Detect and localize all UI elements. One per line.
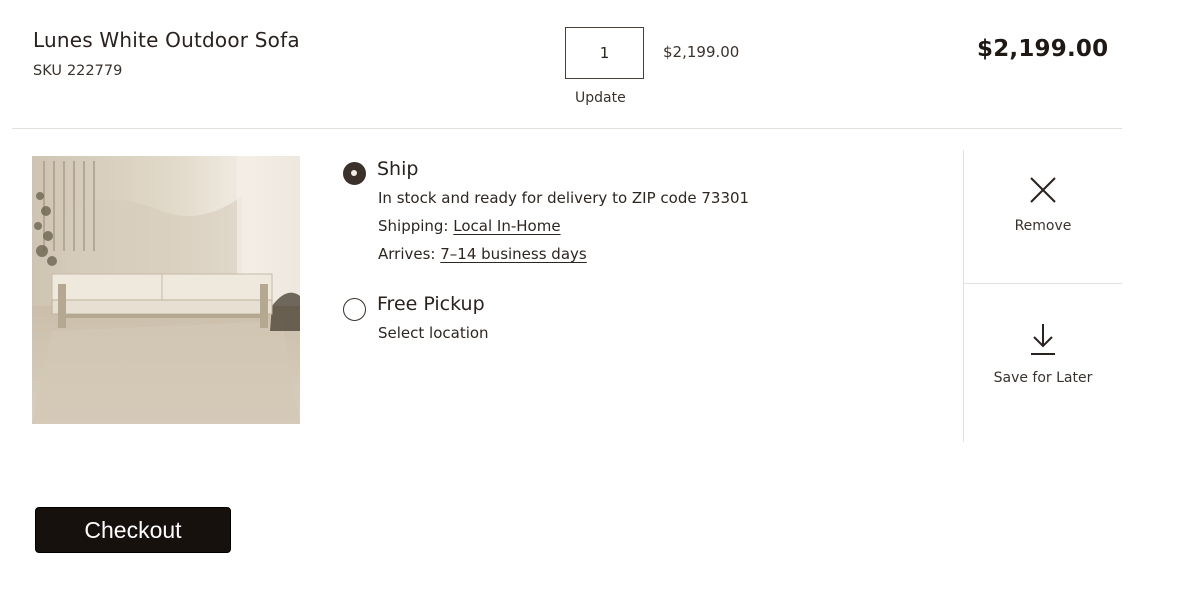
save-for-later-label: Save for Later bbox=[993, 370, 1093, 386]
arrival-estimate: Arrives: 7–14 business days bbox=[378, 245, 587, 263]
shipping-method: Shipping: Local In-Home bbox=[378, 217, 561, 235]
pickup-radio[interactable] bbox=[343, 298, 366, 321]
row-divider bbox=[12, 128, 1122, 129]
actions-separator bbox=[964, 283, 1122, 284]
close-icon bbox=[1030, 177, 1056, 203]
download-arrow-icon bbox=[1031, 324, 1055, 355]
save-for-later-button[interactable]: Save for Later bbox=[964, 322, 1122, 432]
arrives-time-link[interactable]: 7–14 business days bbox=[440, 245, 586, 263]
remove-button[interactable]: Remove bbox=[964, 176, 1122, 276]
line-total: $2,199.00 bbox=[977, 36, 1109, 62]
update-quantity-link[interactable]: Update bbox=[575, 90, 626, 106]
shipping-method-link[interactable]: Local In-Home bbox=[453, 217, 560, 235]
product-sku: SKU 222779 bbox=[33, 63, 122, 79]
select-location[interactable]: Select location bbox=[378, 324, 489, 342]
product-name: Lunes White Outdoor Sofa bbox=[33, 28, 300, 52]
arrives-prefix: Arrives: bbox=[378, 245, 436, 263]
product-image[interactable] bbox=[32, 156, 300, 424]
remove-label: Remove bbox=[1014, 218, 1072, 234]
stock-status: In stock and ready for delivery to ZIP c… bbox=[378, 189, 750, 207]
quantity-input[interactable]: 1 bbox=[565, 27, 644, 79]
ship-radio[interactable] bbox=[343, 162, 366, 185]
sku-label: SKU bbox=[33, 63, 62, 79]
unit-price: $2,199.00 bbox=[663, 43, 740, 61]
pickup-option-title[interactable]: Free Pickup bbox=[377, 293, 485, 315]
checkout-button[interactable]: Checkout bbox=[35, 507, 231, 553]
shipping-prefix: Shipping: bbox=[378, 217, 449, 235]
sku-value: 222779 bbox=[66, 63, 123, 79]
ship-option-title[interactable]: Ship bbox=[377, 158, 418, 180]
